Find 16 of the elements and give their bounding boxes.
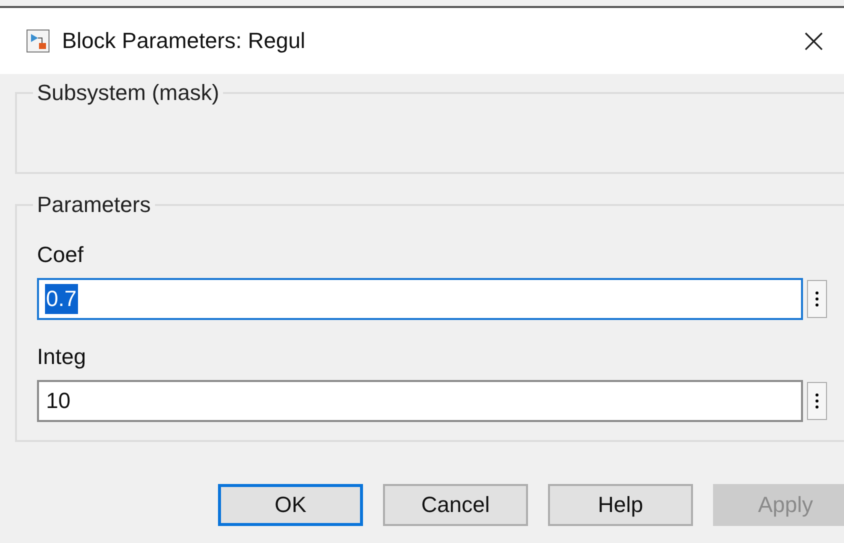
- input-field[interactable]: 10: [37, 380, 803, 422]
- more-options-button[interactable]: [807, 280, 827, 318]
- window-title: Block Parameters: Regul: [62, 28, 306, 54]
- group-title: Parameters: [36, 192, 152, 218]
- close-button[interactable]: ×: [796, 24, 832, 58]
- more-icon: [815, 291, 819, 307]
- group-title: Subsystem (mask): [36, 80, 220, 106]
- field-label: Integ: [37, 344, 87, 370]
- more-options-button[interactable]: [807, 382, 827, 420]
- field-label: Coef: [37, 242, 84, 268]
- dialog-button[interactable]: Help: [548, 484, 693, 526]
- input-field[interactable]: 0.7: [37, 278, 803, 320]
- more-icon: [815, 393, 819, 409]
- block-icon: [26, 29, 50, 53]
- dialog-button[interactable]: Cancel: [383, 484, 528, 526]
- dialog-button[interactable]: OK: [218, 484, 363, 526]
